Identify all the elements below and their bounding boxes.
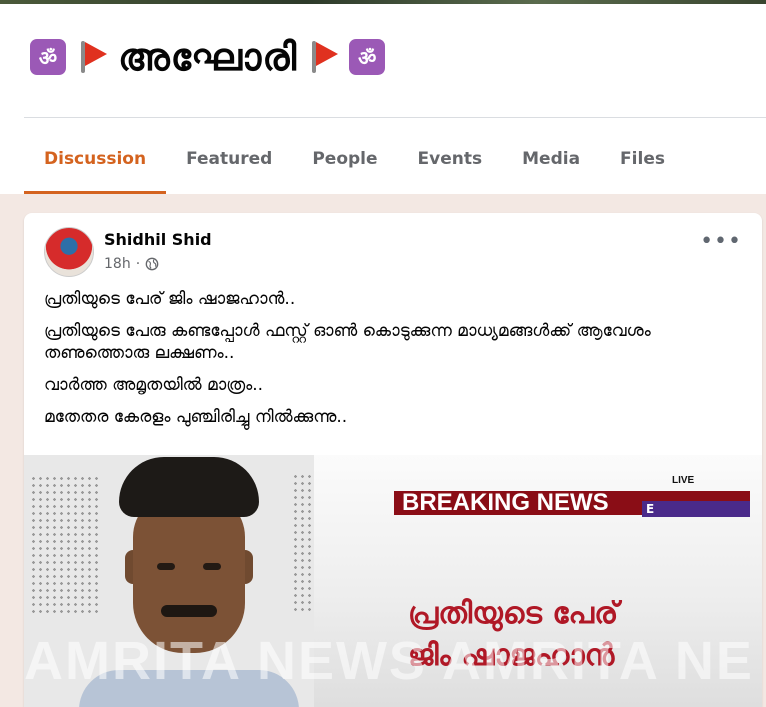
group-title: ॐ അഘോരി ॐ [30,32,386,82]
post-text: പ്രതിയുടെ പേര് ജിം ഷാജഹാൻ.. പ്രതിയുടെ പേ… [44,288,744,438]
post-paragraph: പ്രതിയുടെ പേര് ജിം ഷാജഹാൻ.. [44,289,296,309]
header-divider [24,117,766,118]
meta-separator: · [135,256,141,272]
post-card: Shidhil Shid 18h · ••• പ്രതിയുടെ പേര് ജി… [24,213,762,707]
live-label: LIVE [672,475,695,486]
tab-people[interactable]: People [292,124,397,194]
channel-watermark: AMRITA NEWS AMRITA NE [24,631,754,691]
red-flag-icon [307,39,339,75]
globe-icon[interactable] [145,257,159,271]
post-author[interactable]: Shidhil Shid [104,230,212,249]
tab-files[interactable]: Files [600,124,685,194]
group-tabs: Discussion Featured People Events Media … [24,124,685,194]
om-icon: ॐ [30,39,66,75]
tab-discussion[interactable]: Discussion [24,124,167,194]
more-options-button[interactable]: ••• [700,231,742,253]
post-time[interactable]: 18h [104,256,131,272]
red-flag-icon [76,39,108,75]
headline-line: പ്രതിയുടെ പേര് [408,596,619,631]
tab-media[interactable]: Media [502,124,600,194]
group-header: ॐ അഘോരി ॐ Discussion Featured People Eve… [0,4,766,194]
breaking-tail: E [642,501,750,517]
post-paragraph: മതേതര കേരളം പുഞ്ചിരിച്ചു നിൽക്കുന്നു.. [44,407,348,427]
tab-featured[interactable]: Featured [166,124,292,194]
avatar[interactable] [44,227,94,277]
post-meta: 18h · [104,256,159,272]
post-paragraph: പ്രതിയുടെ പേരു കണ്ടപ്പോൾ ഫസ്റ്റ് ഓൺ കൊടു… [44,321,651,363]
post-image[interactable]: LIVE BREAKING NEWS E പ്രതിയുടെ പേര് ജിം … [24,455,762,707]
tab-events[interactable]: Events [398,124,503,194]
post-paragraph: വാർത്ത അമൃതയിൽ മാത്രം.. [44,375,264,395]
om-icon: ॐ [349,39,386,75]
group-name[interactable]: അഘോരി [118,35,297,80]
